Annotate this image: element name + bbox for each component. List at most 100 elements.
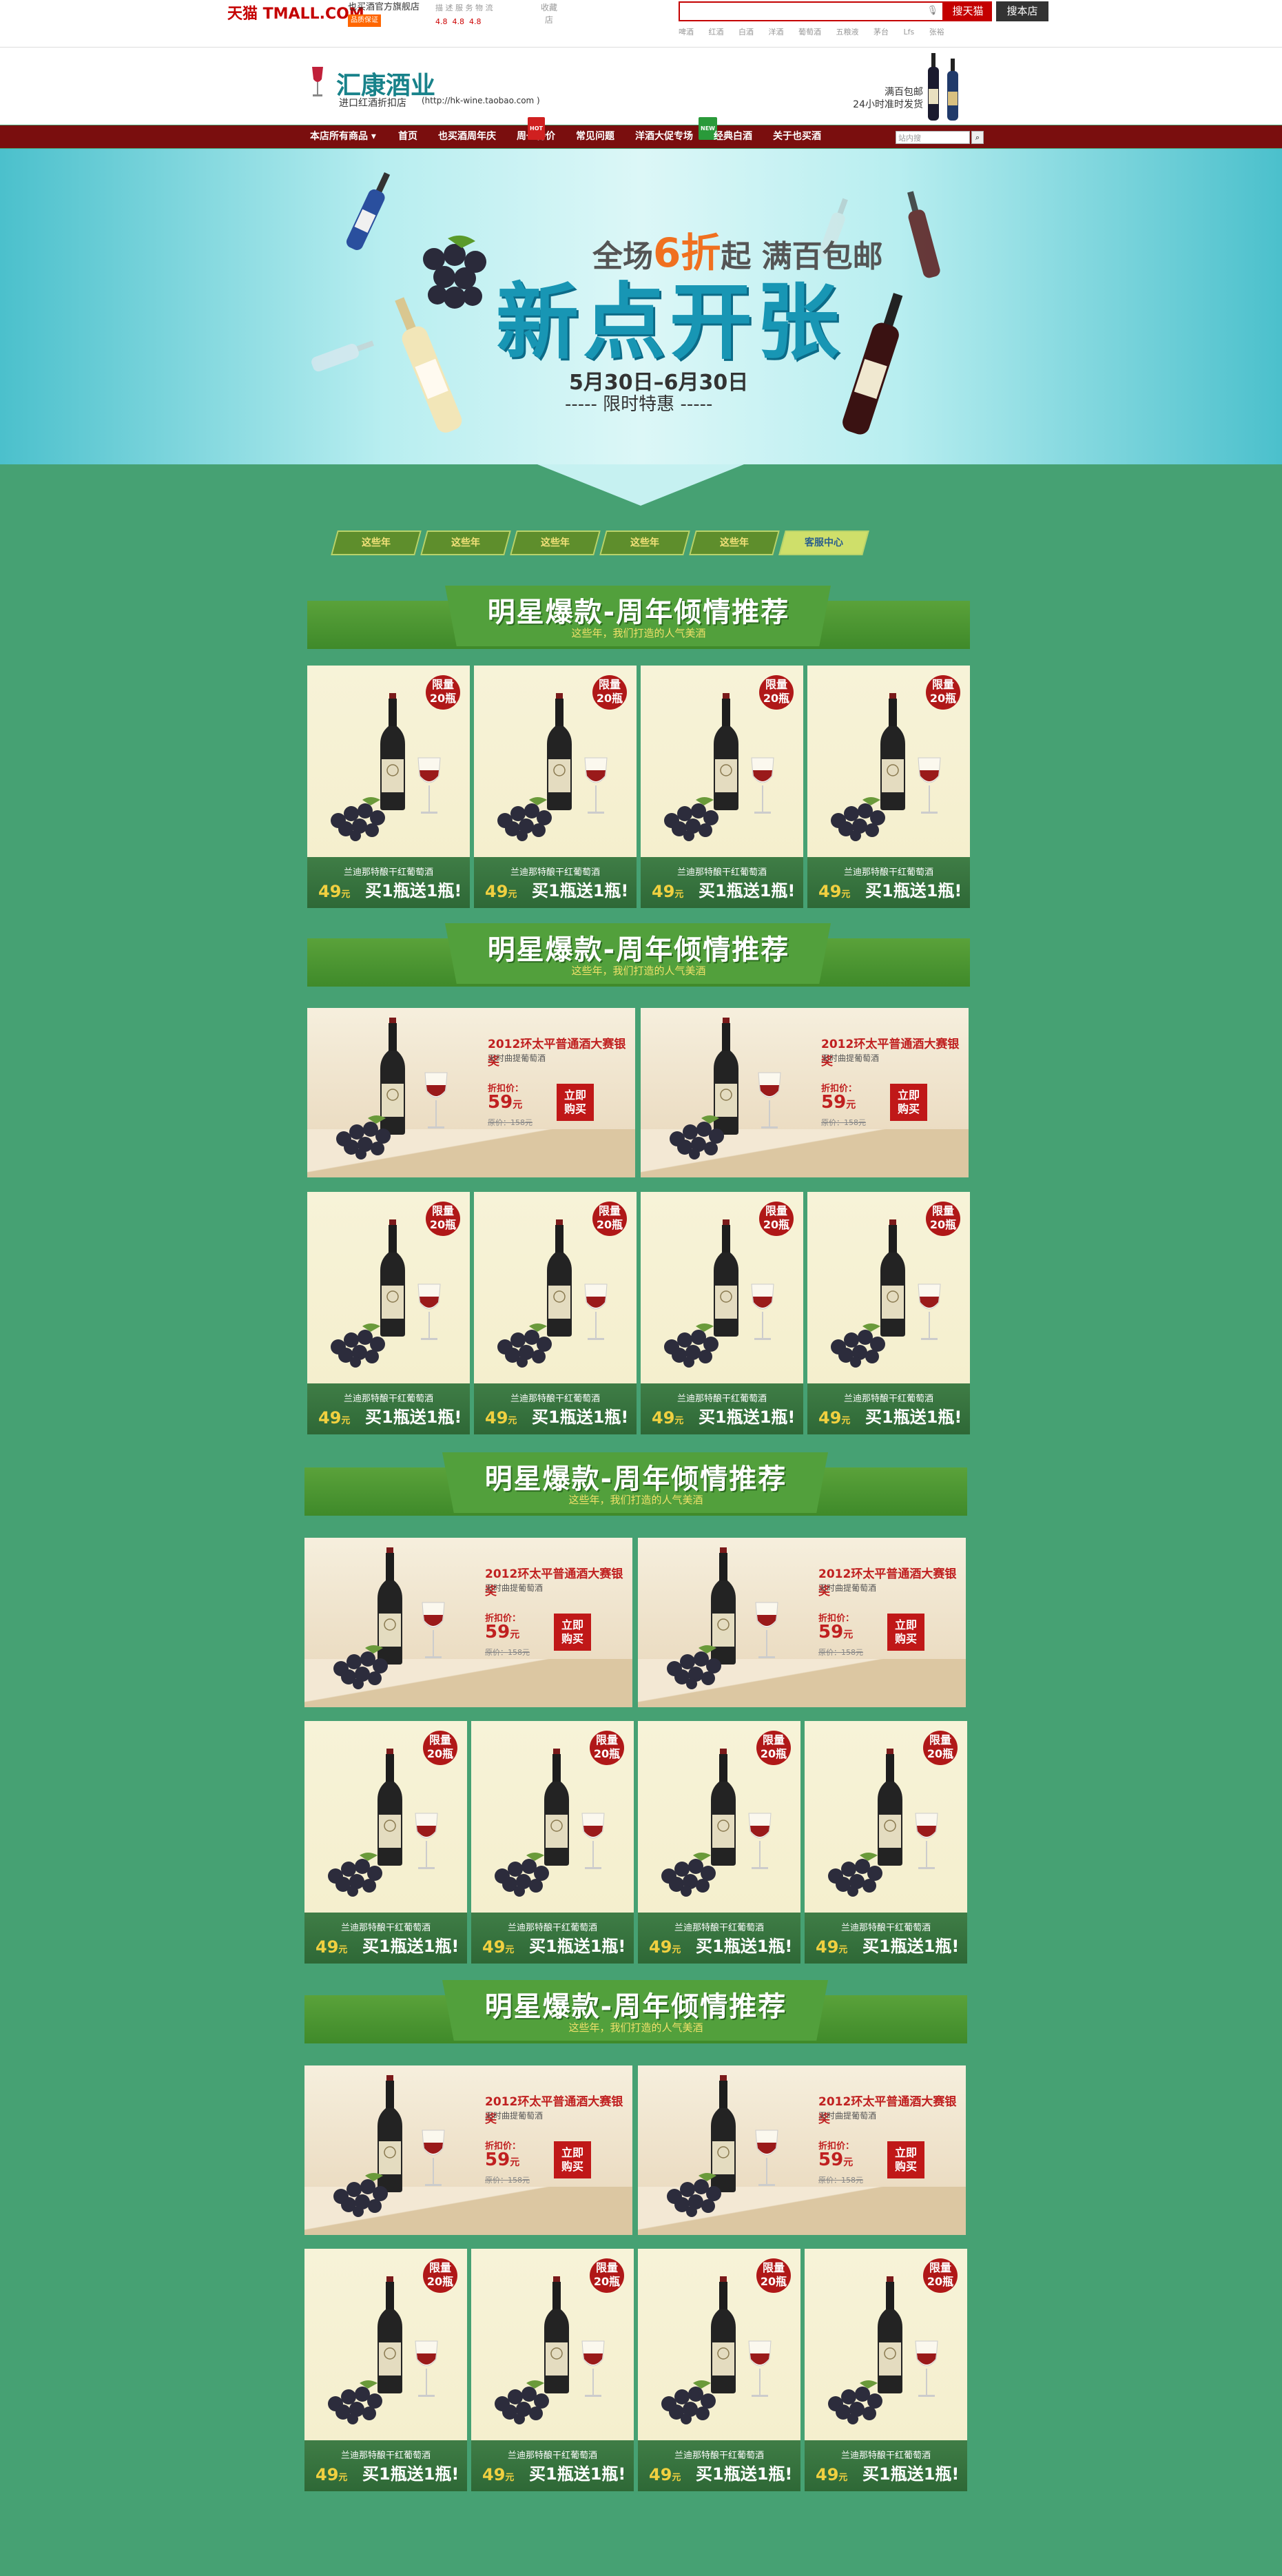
limited-badge: 限量 20瓶 [426, 675, 460, 710]
wine-glass-icon [751, 757, 774, 814]
customer-service-tab[interactable]: 客服中心 [778, 530, 869, 555]
price-unit: 元 [672, 2473, 681, 2483]
nav-liquor-promo[interactable]: 洋酒大促专场 NEW [635, 117, 717, 148]
product-name: 兰迪那特酿干红葡萄酒 [843, 1394, 933, 1404]
nav-about[interactable]: 关于也买酒 [773, 125, 821, 148]
shop-url[interactable]: (http://hk-wine.taobao.com ) [422, 96, 540, 105]
hotword-link[interactable]: 葡萄酒 [798, 28, 821, 37]
nav-all-products[interactable]: 本店所有商品 ▾ [310, 125, 376, 148]
store-badge: 品质保证 [348, 14, 381, 27]
product-price: 49元 [316, 2465, 347, 2484]
buy-now-button[interactable]: 立即 购买 [890, 1084, 927, 1121]
buy-now-button[interactable]: 立即 购买 [887, 2141, 924, 2178]
ribbon-tab[interactable]: 这些年 [599, 530, 690, 555]
product-card[interactable]: 限量 20瓶 兰迪那特酿干红葡萄酒 49元 买1瓶送1瓶! [474, 1192, 637, 1434]
product-deal: 买1瓶送1瓶! [862, 2464, 960, 2484]
nav-monday-special[interactable]: 周一特价HOT [517, 117, 555, 148]
search-store-button[interactable]: 搜本店 [996, 1, 1048, 21]
hotword-link[interactable]: 张裕 [929, 28, 944, 37]
price-unit: 元 [505, 2473, 515, 2483]
limited-badge: 限量 20瓶 [756, 2258, 791, 2293]
featured-product-card[interactable]: 2012环太平普通酒大赛银奖 天时曲提葡萄酒 折扣价： 59元 原价：158元 … [641, 1008, 969, 1177]
product-deal: 买1瓶送1瓶! [699, 1408, 796, 1427]
product-price: 49元 [485, 1408, 517, 1428]
nav-home[interactable]: 首页 [398, 125, 417, 148]
flag-line: 限量 [598, 1204, 621, 1217]
hotword-link[interactable]: Lfs [904, 28, 915, 37]
store-title[interactable]: 也买酒官方旗舰店 [348, 1, 420, 14]
ribbon-tab[interactable]: 这些年 [510, 530, 601, 555]
product-card[interactable]: 限量 20瓶 兰迪那特酿干红葡萄酒 49元 买1瓶送1瓶! [807, 1192, 970, 1434]
hotword-link[interactable]: 五粮液 [836, 28, 859, 37]
product-card[interactable]: 限量 20瓶 兰迪那特酿干红葡萄酒 49元 买1瓶送1瓶! [641, 666, 803, 908]
flag-line: 20瓶 [593, 2275, 621, 2288]
product-card[interactable]: 限量 20瓶 兰迪那特酿干红葡萄酒 49元 买1瓶送1瓶! [641, 1192, 803, 1434]
hotword-link[interactable]: 红酒 [709, 28, 724, 37]
hotword-link[interactable]: 白酒 [738, 28, 754, 37]
product-card[interactable]: 限量 20瓶 兰迪那特酿干红葡萄酒 49元 买1瓶送1瓶! [807, 666, 970, 908]
hotword-link[interactable]: 啤酒 [679, 28, 694, 37]
price-value: 59 [821, 1092, 847, 1113]
original-price: 原价：158元 [485, 2176, 530, 2185]
product-price: 49元 [652, 882, 683, 901]
grapes-icon [828, 1853, 882, 1897]
tmall-logo[interactable]: 天猫 TMALL.COM [227, 1, 364, 23]
nav-label: 经典白酒 [714, 131, 752, 142]
product-card[interactable]: 限量 20瓶 兰迪那特酿干红葡萄酒 49元 买1瓶送1瓶! [474, 666, 637, 908]
price-unit: 元 [672, 1945, 681, 1955]
product-card[interactable]: 限量 20瓶 兰迪那特酿干红葡萄酒 49元 买1瓶送1瓶! [304, 2249, 467, 2491]
flag-line: 20瓶 [429, 692, 457, 705]
price-value: 49 [316, 1937, 339, 1957]
buy-now-button[interactable]: 立即 购买 [554, 2141, 591, 2178]
nav-label: 常见问题 [576, 131, 614, 142]
product-card[interactable]: 限量 20瓶 兰迪那特酿干红葡萄酒 49元 买1瓶送1瓶! [638, 2249, 800, 2491]
buy-now-button[interactable]: 立即 购买 [557, 1084, 594, 1121]
product-card[interactable]: 限量 20瓶 兰迪那特酿干红葡萄酒 49元 买1瓶送1瓶! [638, 1721, 800, 1964]
flag-line: 20瓶 [760, 1747, 787, 1760]
grapes-icon [328, 2380, 382, 2424]
product-price: 49元 [816, 1937, 847, 1957]
product-card[interactable]: 限量 20瓶 兰迪那特酿干红葡萄酒 49元 买1瓶送1瓶! [471, 2249, 634, 2491]
nav-anniversary[interactable]: 也买酒周年庆 [438, 125, 496, 148]
ribbon-tab[interactable]: 这些年 [689, 530, 780, 555]
product-price: 49元 [649, 2465, 681, 2484]
product-name: 兰迪那特酿干红葡萄酒 [343, 867, 433, 878]
product-price: 49元 [818, 882, 850, 901]
product-card[interactable]: 限量 20瓶 兰迪那特酿干红葡萄酒 49元 买1瓶送1瓶! [307, 666, 470, 908]
product-price: 49元 [818, 1408, 850, 1428]
featured-product-card[interactable]: 2012环太平普通酒大赛银奖 天时曲提葡萄酒 折扣价： 59元 原价：158元 … [304, 1538, 632, 1707]
price-value: 59 [818, 2150, 844, 2170]
buy-line: 购买 [894, 1632, 917, 1645]
product-card[interactable]: 限量 20瓶 兰迪那特酿干红葡萄酒 49元 买1瓶送1瓶! [307, 1192, 470, 1434]
collect-store-button[interactable]: 收藏 店 [541, 1, 557, 26]
search-tmall-button[interactable]: 搜天猫 [944, 1, 992, 21]
product-card[interactable]: 限量 20瓶 兰迪那特酿干红葡萄酒 49元 买1瓶送1瓶! [805, 1721, 967, 1964]
ribbon-tab[interactable]: 这些年 [420, 530, 511, 555]
price-unit: 元 [510, 2157, 520, 2168]
product-card[interactable]: 限量 20瓶 兰迪那特酿干红葡萄酒 49元 买1瓶送1瓶! [471, 1721, 634, 1964]
service-label: 客服中心 [805, 537, 843, 548]
nav-faq[interactable]: 常见问题 [576, 125, 614, 148]
product-card[interactable]: 限量 20瓶 兰迪那特酿干红葡萄酒 49元 买1瓶送1瓶! [304, 1721, 467, 1964]
grapes-icon [667, 1645, 721, 1689]
product-deal: 买1瓶送1瓶! [699, 881, 796, 900]
buy-now-button[interactable]: 立即 购买 [887, 1614, 924, 1651]
magnifier-icon[interactable]: ⌕ [971, 131, 984, 144]
hotword-link[interactable]: 洋酒 [769, 28, 784, 37]
microphone-icon[interactable]: 🎙 [927, 6, 938, 16]
nav-classic-baijiu[interactable]: 经典白酒 [714, 125, 752, 148]
tmall-search-input[interactable]: 🎙 [679, 1, 944, 21]
featured-product-card[interactable]: 2012环太平普通酒大赛银奖 天时曲提葡萄酒 折扣价： 59元 原价：158元 … [304, 2065, 632, 2235]
product-name: 兰迪那特酿干红葡萄酒 [676, 867, 767, 878]
shop-search-input[interactable]: 站内搜 [896, 131, 970, 144]
featured-product-card[interactable]: 2012环太平普通酒大赛银奖 天时曲提葡萄酒 折扣价： 59元 原价：158元 … [307, 1008, 635, 1177]
hotword-link[interactable]: 茅台 [873, 28, 889, 37]
grapes-icon [664, 1323, 718, 1368]
featured-product-card[interactable]: 2012环太平普通酒大赛银奖 天时曲提葡萄酒 折扣价： 59元 原价：158元 … [638, 1538, 966, 1707]
featured-product-card[interactable]: 2012环太平普通酒大赛银奖 天时曲提葡萄酒 折扣价： 59元 原价：158元 … [638, 2065, 966, 2235]
section-title: 明星爆款-周年倾情推荐 [487, 597, 790, 628]
limited-badge: 限量 20瓶 [923, 2258, 958, 2293]
product-card[interactable]: 限量 20瓶 兰迪那特酿干红葡萄酒 49元 买1瓶送1瓶! [805, 2249, 967, 2491]
ribbon-tab[interactable]: 这些年 [331, 530, 422, 555]
buy-now-button[interactable]: 立即 购买 [554, 1614, 591, 1651]
